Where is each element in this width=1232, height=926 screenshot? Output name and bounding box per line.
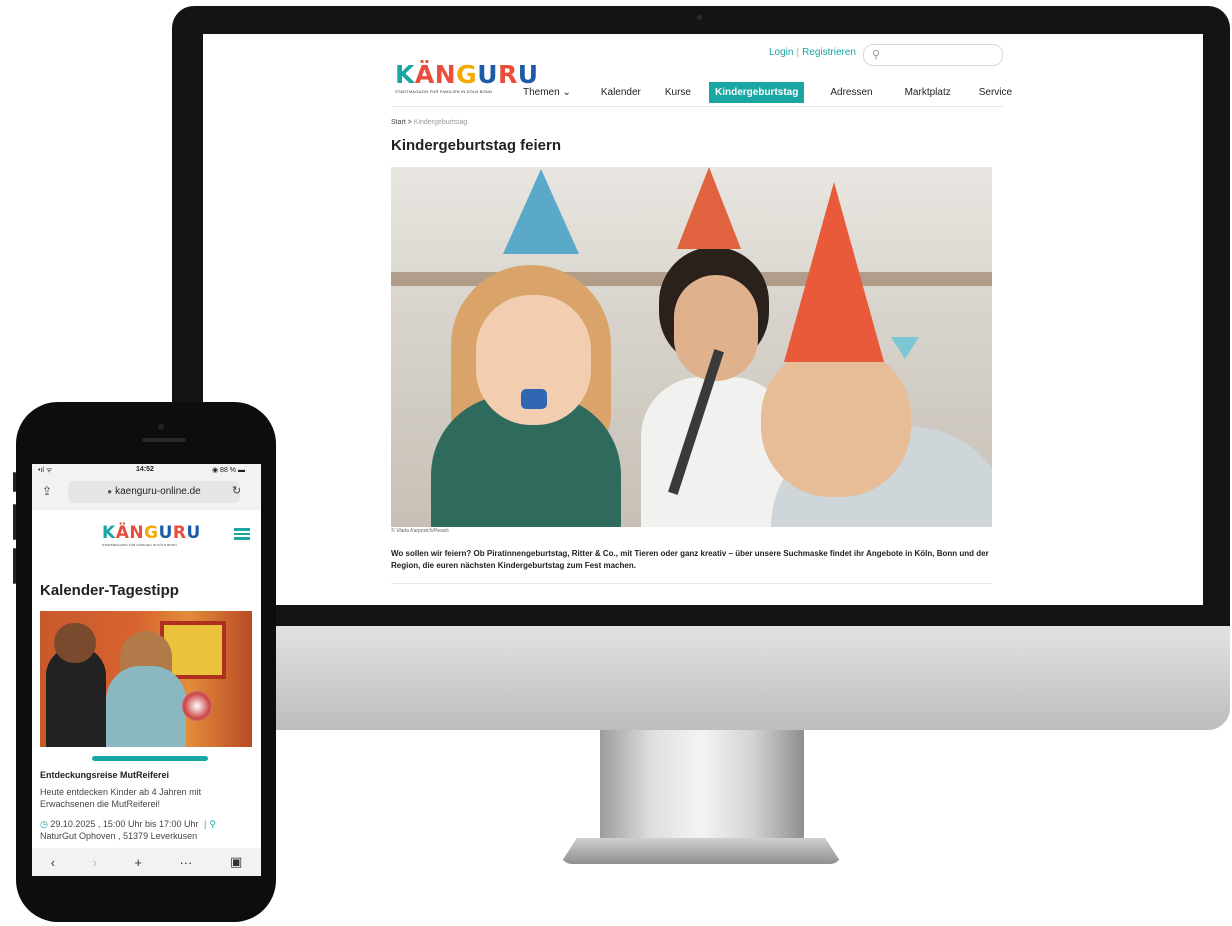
- section-title: Kalender-Tagestipp: [40, 582, 179, 599]
- search-icon[interactable]: ⚲: [872, 48, 880, 61]
- logo-letter: K: [102, 523, 116, 543]
- logo-letter: Ä: [414, 60, 435, 89]
- event-image-child-body: [106, 666, 186, 747]
- new-tab-button[interactable]: +: [134, 855, 142, 870]
- login-link[interactable]: Login: [769, 47, 793, 58]
- logo-letter: U: [186, 523, 201, 543]
- intro-text: Wo sollen wir feiern? Ob Piratinnengebur…: [391, 549, 989, 570]
- hamburger-menu-icon[interactable]: [234, 528, 250, 540]
- url-text: kaenguru-online.de: [115, 486, 201, 497]
- phone-volume-up: [13, 504, 16, 540]
- content-divider: [391, 583, 992, 584]
- status-bar: •ıl ᯤ 14:52 ◉ 88 % ▬: [32, 464, 261, 476]
- hero-image: [391, 167, 992, 527]
- nav-item-themen[interactable]: Themen ⌄: [517, 82, 577, 103]
- auth-separator: |: [796, 47, 800, 58]
- party-hat-icon: [503, 169, 579, 254]
- logo-letter: U: [158, 523, 173, 543]
- event-description: Heute entdecken Kinder ab 4 Jahren mit E…: [40, 787, 202, 809]
- clock-icon: ◷: [40, 819, 48, 829]
- logo-letter: N: [434, 60, 457, 89]
- event-image-child-head: [54, 623, 96, 663]
- imac-stand-foot: [560, 838, 842, 864]
- logo-wordmark: KÄNGURU: [102, 524, 201, 542]
- tabs-button[interactable]: ▣: [230, 854, 242, 870]
- signal-wifi-icon: •ıl ᯤ: [38, 467, 53, 474]
- event-date-time: 29.10.2025 , 15:00 Uhr bis 17:00 Uhr: [50, 819, 199, 829]
- breadcrumb-home[interactable]: Start: [391, 119, 406, 126]
- forward-button[interactable]: ›: [93, 855, 97, 870]
- phone-speaker: [142, 438, 186, 442]
- party-hat-icon: [784, 182, 884, 362]
- image-credit: © Vlada Karpovich/Pexels: [391, 528, 449, 534]
- battery-icon: ◉ 88 % ▬: [212, 467, 245, 474]
- browser-url-bar: ⇪ ● kaenguru-online.de ↻: [32, 476, 261, 510]
- hero-party-blower: [521, 389, 547, 409]
- nav-divider: [393, 106, 1003, 107]
- phone-mute-switch: [13, 472, 16, 492]
- mobile-site-logo[interactable]: KÄNGURU STADTMAGAZIN FÜR FAMILIEN IN KÖL…: [102, 524, 201, 547]
- browser-toolbar: ‹ › + ··· ▣: [32, 848, 261, 876]
- nav-item-kindergeburtstag[interactable]: Kindergeburtstag: [709, 82, 805, 103]
- phone-camera: [158, 424, 164, 430]
- logo-letter: K: [395, 60, 415, 89]
- more-button[interactable]: ···: [179, 855, 192, 870]
- lock-icon: ●: [107, 487, 113, 496]
- nav-item-kalender[interactable]: Kalender: [595, 82, 647, 103]
- event-location: NaturGut Ophoven , 51379 Leverkusen: [40, 831, 198, 841]
- nav-item-adressen[interactable]: Adressen: [824, 82, 878, 103]
- event-image[interactable]: [40, 611, 252, 747]
- logo-tagline: STADTMAGAZIN FÜR FAMILIEN IN KÖLN BONN: [102, 543, 177, 547]
- phone-volume-down: [13, 548, 16, 584]
- logo-letter: G: [456, 60, 478, 89]
- logo-letter: N: [129, 523, 145, 543]
- address-field[interactable]: ● kaenguru-online.de: [68, 481, 240, 503]
- meta-separator: |: [204, 819, 207, 829]
- map-pin-icon: ⚲: [209, 819, 216, 829]
- page-title: Kindergeburtstag feiern: [391, 137, 562, 154]
- breadcrumb-current: Kindergeburtstag: [413, 119, 468, 126]
- back-button[interactable]: ‹: [51, 855, 55, 870]
- share-icon[interactable]: ⇪: [42, 484, 52, 498]
- logo-letter: R: [172, 523, 187, 543]
- event-image-disc: [182, 691, 212, 721]
- carousel-indicator[interactable]: [92, 756, 208, 761]
- auth-links: Login | Registrieren: [769, 47, 856, 58]
- status-time: 14:52: [136, 466, 154, 473]
- logo-letter: G: [144, 523, 159, 543]
- imac-camera: [697, 15, 702, 20]
- reload-icon[interactable]: ↻: [232, 484, 241, 497]
- nav-item-kurse[interactable]: Kurse: [659, 82, 697, 103]
- mobile-website: •ıl ᯤ 14:52 ◉ 88 % ▬ ⇪ ● kaenguru-online.…: [32, 464, 261, 876]
- logo-letter: R: [498, 60, 518, 89]
- event-meta: ◷ 29.10.2025 , 15:00 Uhr bis 17:00 Uhr |…: [40, 818, 252, 842]
- imac-stand-neck: [600, 730, 804, 842]
- breadcrumb-separator: >: [407, 119, 412, 126]
- nav-item-service[interactable]: Service: [973, 82, 1018, 103]
- party-hat-icon: [677, 167, 741, 249]
- main-nav: Themen ⌄ Kalender Kurse Kindergeburtstag…: [517, 82, 1018, 103]
- breadcrumb: Start > Kindergeburtstag: [391, 119, 467, 126]
- logo-letter: Ä: [115, 523, 130, 543]
- nav-item-marktplatz[interactable]: Marktplatz: [899, 82, 957, 103]
- event-title[interactable]: Entdeckungsreise MutReiferei: [40, 770, 169, 780]
- logo-letter: U: [477, 60, 499, 89]
- register-link[interactable]: Registrieren: [802, 47, 856, 58]
- hero-child-toddler-face: [761, 347, 911, 497]
- hero-bunting: [891, 337, 919, 359]
- imac-chin: [172, 626, 1230, 730]
- desktop-website: Login | Registrieren ⚲ KÄNGURU STADTMAGAZI…: [203, 34, 1203, 605]
- search-input[interactable]: ⚲: [863, 44, 1003, 66]
